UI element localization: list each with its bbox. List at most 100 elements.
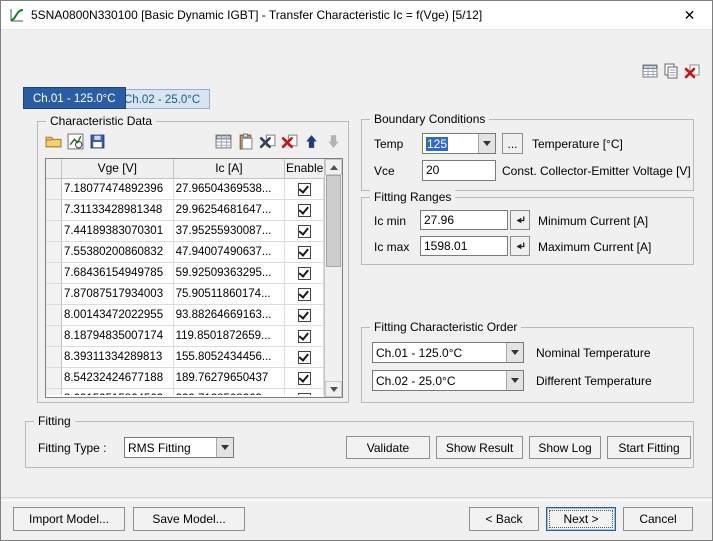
ic-cell[interactable]: 75.90511860174... [174, 284, 286, 305]
ic-min-apply-button[interactable] [510, 210, 530, 230]
enable-cell[interactable] [285, 368, 324, 389]
table-grid-icon[interactable] [641, 62, 659, 80]
row-selector[interactable] [46, 389, 62, 395]
ic-max-apply-button[interactable] [510, 236, 530, 256]
scrollbar-thumb[interactable] [326, 175, 341, 267]
back-button[interactable]: < Back [469, 507, 539, 531]
enable-cell[interactable] [285, 263, 324, 284]
temp-value: 125 [426, 137, 448, 151]
enable-checkbox[interactable] [298, 183, 311, 196]
save-model-button[interactable]: Save Model... [133, 507, 245, 531]
enable-cell[interactable] [285, 221, 324, 242]
move-down-icon[interactable] [324, 132, 342, 150]
different-temperature-combobox[interactable]: Ch.02 - 25.0°C [372, 370, 524, 391]
row-selector[interactable] [46, 326, 62, 347]
row-selector[interactable] [46, 221, 62, 242]
delete-row-icon[interactable] [258, 132, 276, 150]
enable-checkbox[interactable] [298, 225, 311, 238]
chevron-down-icon[interactable] [506, 343, 523, 362]
scroll-down-icon[interactable] [325, 381, 342, 397]
enable-checkbox[interactable] [298, 351, 311, 364]
next-button[interactable]: Next > [546, 507, 616, 531]
row-selector[interactable] [46, 347, 62, 368]
scrollbar-track[interactable] [325, 175, 342, 381]
enable-checkbox[interactable] [298, 267, 311, 280]
enable-checkbox[interactable] [298, 372, 311, 385]
enable-cell[interactable] [285, 284, 324, 305]
open-file-icon[interactable] [44, 132, 62, 150]
start-fitting-button[interactable]: Start Fitting [607, 436, 691, 459]
temp-combobox[interactable]: 125 [422, 133, 496, 154]
view-plot-icon[interactable] [66, 132, 84, 150]
enable-cell[interactable] [285, 179, 324, 200]
vge-cell[interactable]: 7.55380200860832 [62, 242, 174, 263]
paste-icon[interactable] [236, 132, 254, 150]
enable-cell[interactable] [285, 242, 324, 263]
enable-cell[interactable] [285, 305, 324, 326]
enable-checkbox[interactable] [298, 309, 311, 322]
vge-cell[interactable]: 7.87087517934003 [62, 284, 174, 305]
ic-cell[interactable]: 37.95255930087... [174, 221, 286, 242]
vge-cell[interactable]: 8.54232424677188 [62, 368, 174, 389]
cancel-button[interactable]: Cancel [623, 507, 693, 531]
chevron-down-icon[interactable] [216, 438, 233, 457]
move-up-icon[interactable] [302, 132, 320, 150]
save-icon[interactable] [88, 132, 106, 150]
fitting-type-combobox[interactable]: RMS Fitting [124, 437, 234, 458]
ic-cell[interactable]: 27.96504369538... [174, 179, 286, 200]
table-grid-icon[interactable] [214, 132, 232, 150]
delete-all-icon[interactable] [280, 132, 298, 150]
vge-cell[interactable]: 7.31133428981348 [62, 200, 174, 221]
ic-cell[interactable]: 59.92509363295... [174, 263, 286, 284]
row-selector[interactable] [46, 368, 62, 389]
row-selector[interactable] [46, 179, 62, 200]
enable-checkbox[interactable] [298, 393, 311, 396]
enable-checkbox[interactable] [298, 288, 311, 301]
vertical-scrollbar[interactable] [324, 159, 342, 397]
vge-cell[interactable]: 7.68436154949785 [62, 263, 174, 284]
vge-cell[interactable]: 8.39311334289813 [62, 347, 174, 368]
row-selector[interactable] [46, 305, 62, 326]
enable-cell[interactable] [285, 389, 324, 395]
enable-cell[interactable] [285, 200, 324, 221]
ic-cell[interactable]: 93.88264669163... [174, 305, 286, 326]
vge-cell[interactable]: 8.00143472022955 [62, 305, 174, 326]
tab-ch02[interactable]: Ch.02 - 25.0°C [114, 89, 210, 109]
vge-cell[interactable]: 8.69152515864563 [62, 389, 174, 395]
enable-checkbox[interactable] [298, 204, 311, 217]
row-selector[interactable] [46, 242, 62, 263]
enable-checkbox[interactable] [298, 246, 311, 259]
ic-cell[interactable]: 155.8052434456... [174, 347, 286, 368]
enable-checkbox[interactable] [298, 330, 311, 343]
ic-min-field[interactable]: 27.96 [420, 210, 508, 230]
ic-cell[interactable]: 47.94007490637... [174, 242, 286, 263]
vge-cell[interactable]: 7.44189383070301 [62, 221, 174, 242]
ic-max-field[interactable]: 1598.01 [420, 236, 508, 256]
validate-button[interactable]: Validate [346, 436, 430, 459]
show-result-button[interactable]: Show Result [436, 436, 523, 459]
chevron-down-icon[interactable] [478, 134, 495, 153]
ic-cell[interactable]: 189.76279650437 [174, 368, 286, 389]
vge-cell[interactable]: 7.18077474892396 [62, 179, 174, 200]
vge-cell[interactable]: 8.18794835007174 [62, 326, 174, 347]
import-model-button[interactable]: Import Model... [13, 507, 125, 531]
vce-field[interactable]: 20 [422, 160, 496, 181]
delete-red-icon[interactable] [683, 62, 701, 80]
ic-cell[interactable]: 29.96254681647... [174, 200, 286, 221]
scroll-up-icon[interactable] [325, 159, 342, 175]
table-row: 7.8708751793400375.90511860174... [46, 284, 324, 305]
chevron-down-icon[interactable] [506, 371, 523, 390]
close-icon[interactable]: ✕ [667, 1, 712, 29]
copy-sheet-icon[interactable] [662, 62, 680, 80]
row-selector[interactable] [46, 284, 62, 305]
row-selector[interactable] [46, 263, 62, 284]
tab-ch01[interactable]: Ch.01 - 125.0°C [23, 87, 126, 109]
row-selector[interactable] [46, 200, 62, 221]
ic-cell[interactable]: 229.7128508263... [174, 389, 286, 395]
show-log-button[interactable]: Show Log [529, 436, 601, 459]
ic-cell[interactable]: 119.8501872659... [174, 326, 286, 347]
temp-browse-button[interactable]: ... [502, 133, 523, 154]
enable-cell[interactable] [285, 347, 324, 368]
nominal-temperature-combobox[interactable]: Ch.01 - 125.0°C [372, 342, 524, 363]
enable-cell[interactable] [285, 326, 324, 347]
